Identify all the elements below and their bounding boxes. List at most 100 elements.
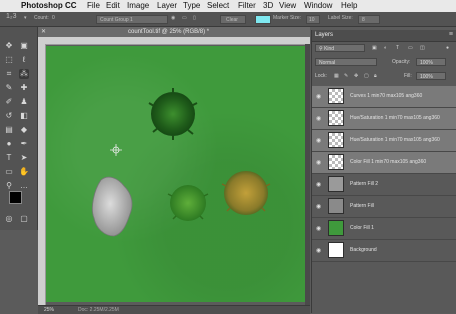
layer-name: Background (350, 247, 377, 253)
label-size-field[interactable]: 8 (358, 15, 380, 24)
eye-icon[interactable]: ◉ (316, 225, 321, 232)
filter-shape-icon[interactable]: ▭ (408, 45, 413, 51)
pen-tool-icon[interactable]: ✒ (19, 139, 29, 149)
layer-row[interactable]: ◉ Pattern Fill (312, 196, 456, 218)
blend-mode-select[interactable]: Normal (315, 58, 377, 66)
blur-tool-icon[interactable]: ◆ (19, 125, 29, 135)
menu-filter[interactable]: Filter (238, 1, 256, 10)
tab-layers[interactable]: Layers (315, 32, 333, 38)
panel-menu-icon[interactable]: ≡ (449, 31, 453, 38)
artboard-tool-icon[interactable]: ▣ (19, 41, 29, 51)
filter-adjust-icon[interactable]: ◐ (384, 45, 387, 51)
lasso-tool-icon[interactable]: ℓ (19, 55, 29, 65)
blend-mode-value: Normal (319, 60, 336, 66)
move-tool-icon[interactable]: ✥ (4, 41, 14, 51)
count-tool-icon[interactable]: 1₂3 (6, 13, 17, 20)
lock-paint-icon[interactable]: ✎ (344, 73, 348, 79)
shape-tool-icon[interactable]: ▭ (4, 167, 14, 177)
eraser-tool-icon[interactable]: ◧ (19, 111, 29, 121)
marker-size-field[interactable]: 10 (306, 15, 320, 24)
vertical-ruler[interactable] (38, 44, 46, 305)
layer-thumbnail (328, 220, 344, 236)
eye-icon[interactable]: ◉ (316, 137, 321, 144)
gradient-tool-icon[interactable]: ▤ (4, 125, 14, 135)
menu-type[interactable]: Type (183, 1, 200, 10)
path-select-icon[interactable]: ➤ (19, 153, 29, 163)
menu-3d[interactable]: 3D (263, 1, 273, 10)
screen-mode-icon[interactable]: ▢ (19, 214, 29, 224)
layer-row[interactable]: ◉ Color Fill 1 min70 max105 ang360 (312, 152, 456, 174)
eye-icon[interactable]: ◉ (316, 115, 321, 122)
app-name-menu[interactable]: Photoshop CC (21, 1, 77, 10)
more-tools-icon[interactable]: … (19, 181, 29, 191)
eyedropper-tool-icon[interactable]: ✎ (4, 83, 14, 93)
type-tool-icon[interactable]: T (4, 153, 14, 163)
layer-row[interactable]: ◉ Color Fill 1 (312, 218, 456, 240)
stamp-tool-icon[interactable]: ♟ (19, 97, 29, 107)
filter-smart-icon[interactable]: ◫ (420, 45, 425, 51)
layer-thumbnail (328, 242, 344, 258)
healing-brush-icon[interactable]: ✚ (19, 83, 29, 93)
marker-size-label: Marker Size: (273, 15, 302, 21)
lock-artboard-icon[interactable]: ▢ (364, 73, 369, 79)
layer-row[interactable]: ◉ Hue/Saturation 1 min70 max105 ang360 (312, 108, 456, 130)
document-canvas[interactable] (46, 46, 305, 302)
count-label: Count: (34, 15, 49, 21)
menu-layer[interactable]: Layer (157, 1, 177, 10)
menu-window[interactable]: Window (304, 1, 332, 10)
history-brush-icon[interactable]: ↺ (4, 111, 14, 121)
folder-icon[interactable]: ▭ (182, 15, 187, 21)
filter-pixel-icon[interactable]: ▣ (372, 45, 377, 51)
eye-icon[interactable]: ◉ (316, 181, 321, 188)
layer-row[interactable]: ◉ Background (312, 240, 456, 262)
filter-toggle-icon[interactable]: ● (446, 45, 449, 51)
layer-row[interactable]: ◉ Curves 1 min70 max105 ang360 (312, 86, 456, 108)
menu-edit[interactable]: Edit (106, 1, 120, 10)
eye-icon[interactable]: ◉ (316, 159, 321, 166)
tools-panel: ✥ ▣ ⬚ ℓ ⌗ ⁂ ✎ ✚ ✐ ♟ ↺ ◧ ▤ ◆ ● ✒ T ➤ ▭ ✋ … (0, 27, 38, 230)
menu-file[interactable]: File (87, 1, 100, 10)
fill-field[interactable]: 100% (416, 72, 446, 80)
count-color-swatch[interactable] (255, 15, 271, 24)
menu-help[interactable]: Help (341, 1, 357, 10)
horizontal-ruler[interactable] (38, 37, 310, 45)
menu-select[interactable]: Select (207, 1, 229, 10)
zoom-level[interactable]: 25% (44, 307, 54, 313)
brush-tool-icon[interactable]: ✐ (4, 97, 14, 107)
marker-size-value: 10 (309, 17, 315, 23)
count-tool-icon-active[interactable]: ⁂ (19, 69, 29, 79)
eye-icon[interactable]: ◉ (316, 93, 321, 100)
marquee-tool-icon[interactable]: ⬚ (4, 55, 14, 65)
crop-tool-icon[interactable]: ⌗ (4, 69, 14, 79)
filter-kind-select[interactable]: ⚲ Kind (315, 44, 365, 52)
document-title: countTool.tif @ 25% (RGB/8) * (128, 29, 210, 35)
trash-icon[interactable]: ▯ (193, 15, 196, 21)
tool-preset-arrow-icon[interactable]: ▾ (24, 15, 27, 21)
canvas-artwork (92, 88, 271, 237)
dodge-tool-icon[interactable]: ● (4, 139, 14, 149)
filter-type-icon[interactable]: T (396, 45, 399, 51)
filter-row: ⚲ Kind ▣ ◐ T ▭ ◫ ● (312, 44, 456, 55)
quick-mask-icon[interactable]: ◎ (4, 214, 14, 224)
opacity-field[interactable]: 100% (416, 58, 446, 66)
layer-row[interactable]: ◉ Pattern Fill 2 (312, 174, 456, 196)
lock-all-icon[interactable]: 🔒︎ (374, 73, 377, 79)
clear-button[interactable]: Clear (220, 15, 246, 24)
layer-row[interactable]: ◉ Hue/Saturation 1 min70 max105 ang360 (312, 130, 456, 152)
crosshair-cursor (110, 144, 122, 156)
document-info[interactable]: Doc: 2.25M/2.25M (78, 307, 119, 313)
group-visibility-icon[interactable]: ◉ (171, 15, 175, 21)
menu-image[interactable]: Image (127, 1, 149, 10)
lock-position-icon[interactable]: ✥ (354, 73, 358, 79)
foreground-color-swatch[interactable] (9, 191, 22, 204)
close-document-icon[interactable]: ✕ (41, 28, 46, 35)
eye-icon[interactable]: ◉ (316, 203, 321, 210)
lock-pixels-icon[interactable]: ▦ (334, 73, 339, 79)
count-group-value: Count Group 1 (100, 17, 133, 23)
count-group-select[interactable]: Count Group 1 (96, 15, 168, 24)
menu-view[interactable]: View (279, 1, 296, 10)
count-value: 0 (52, 15, 55, 21)
hand-tool-icon[interactable]: ✋ (19, 167, 29, 177)
zoom-tool-icon[interactable]: ⚲ (4, 181, 14, 191)
eye-icon[interactable]: ◉ (316, 247, 321, 254)
